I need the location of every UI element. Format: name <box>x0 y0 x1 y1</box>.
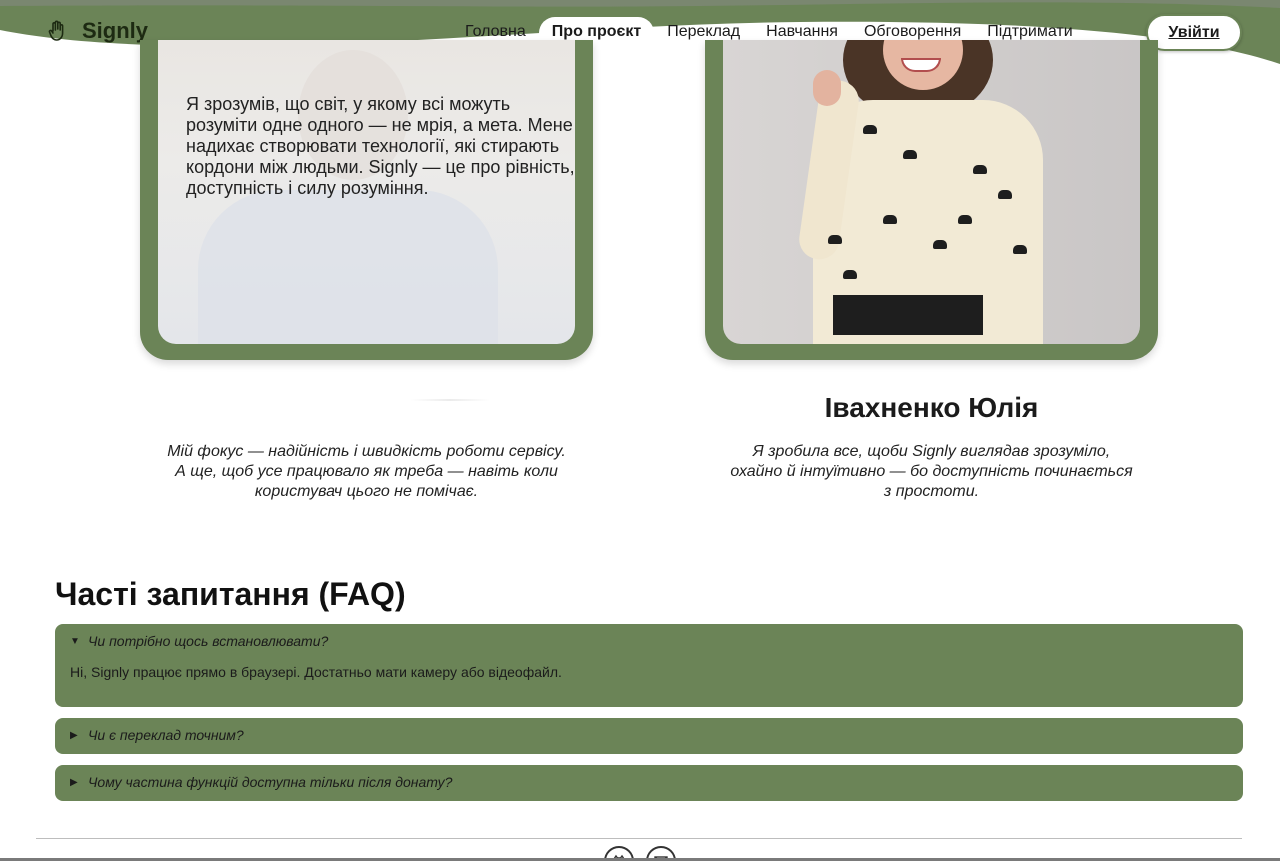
team-member-name-2: Івахненко Юлія <box>824 392 1039 423</box>
team-member-quote-2: Я зробила все, щоби Signly виглядав зроз… <box>730 443 1133 500</box>
team-card-2 <box>705 40 1158 360</box>
faq-question-text: Чи потрібно щось встановлювати? <box>88 633 329 649</box>
faq-item-1: ▼ Чи потрібно щось встановлювати? Ні, Si… <box>55 624 1243 707</box>
faq-question-text: Чому частина функцій доступна тільки піс… <box>88 774 453 790</box>
faded-divider <box>410 399 490 401</box>
faq-question-1[interactable]: ▼ Чи потрібно щось встановлювати? <box>55 624 1243 658</box>
login-button[interactable]: Увійти <box>1146 14 1242 51</box>
team-member-photo-1: Я зрозумів, що світ, у якому всі можуть … <box>158 40 575 344</box>
faq-title: Часті запитання (FAQ) <box>55 576 406 612</box>
faq-item-3: ▶ Чому частина функцій доступна тільки п… <box>55 765 1243 801</box>
team-card-1: Я зрозумів, що світ, у якому всі можуть … <box>140 40 593 360</box>
faq-answer-1: Ні, Signly працює прямо в браузері. Дост… <box>70 664 562 680</box>
brand[interactable]: Signly <box>46 18 148 44</box>
triangle-right-icon: ▶ <box>70 729 78 741</box>
brand-name: Signly <box>82 18 149 43</box>
team-member-photo-2 <box>723 40 1140 344</box>
footer-divider <box>36 838 1242 839</box>
faq-item-2: ▶ Чи є переклад точним? <box>55 718 1243 754</box>
faq-question-text: Чи є переклад точним? <box>88 727 244 743</box>
faq-question-3[interactable]: ▶ Чому частина функцій доступна тільки п… <box>55 765 1243 799</box>
team-member-quote-1: Мій фокус — надійність і швидкість робот… <box>167 443 566 500</box>
hand-icon <box>48 20 64 41</box>
faq-question-2[interactable]: ▶ Чи є переклад точним? <box>55 718 1243 752</box>
team-card-quote: Я зрозумів, що світ, у якому всі можуть … <box>186 94 575 198</box>
triangle-right-icon: ▶ <box>70 776 78 788</box>
triangle-down-icon: ▼ <box>70 635 80 647</box>
